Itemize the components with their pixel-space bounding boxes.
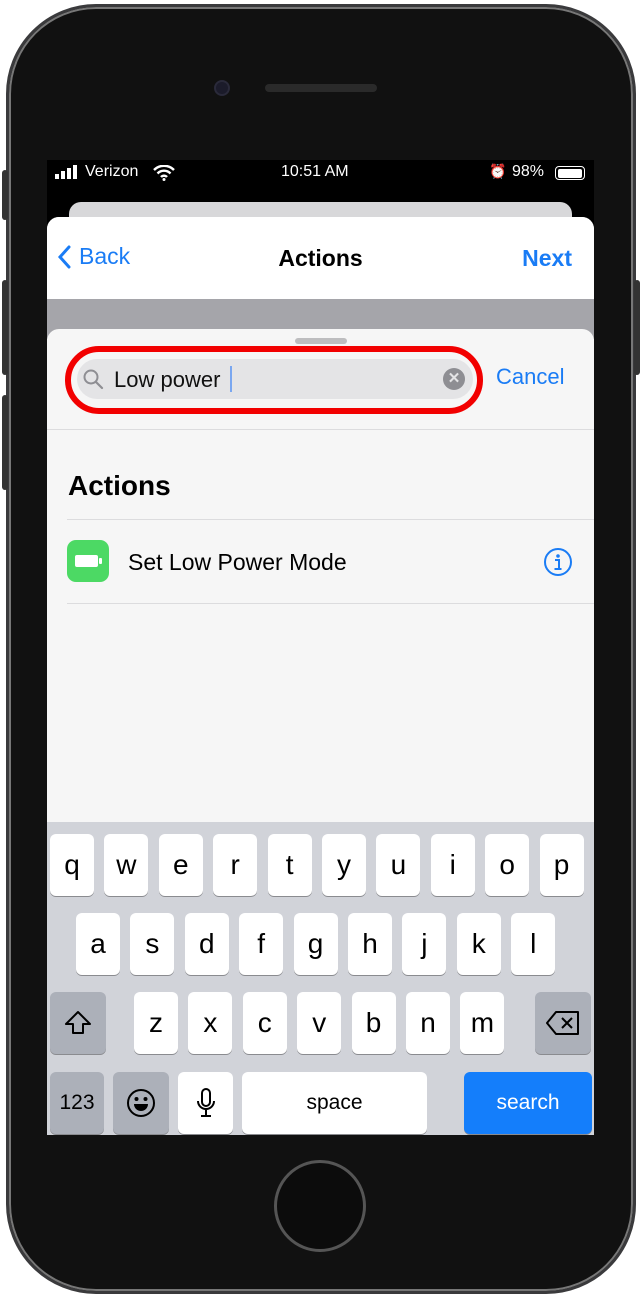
key-t[interactable]: t bbox=[267, 834, 312, 896]
backspace-icon bbox=[546, 1011, 579, 1035]
key-label: g bbox=[307, 928, 324, 959]
key-s[interactable]: s bbox=[130, 913, 175, 975]
key-label: 123 bbox=[59, 1091, 95, 1114]
key-label: w bbox=[116, 849, 137, 880]
emoji-key[interactable] bbox=[113, 1072, 169, 1134]
key-label: m bbox=[470, 1007, 495, 1038]
backspace-key[interactable] bbox=[535, 992, 591, 1054]
nav-bar: Back Actions Next bbox=[47, 217, 594, 299]
key-p[interactable]: p bbox=[539, 834, 584, 896]
key-label: y bbox=[337, 849, 351, 880]
key-l[interactable]: l bbox=[511, 913, 556, 975]
clock: 10:51 AM bbox=[281, 163, 349, 180]
volume-up-button bbox=[2, 280, 8, 375]
key-d[interactable]: d bbox=[184, 913, 229, 975]
key-label: a bbox=[90, 928, 106, 959]
home-button[interactable] bbox=[274, 1160, 366, 1252]
actions-card: Back Actions Next Low power ✕ Cancel Act… bbox=[47, 217, 594, 1135]
key-n[interactable]: n bbox=[406, 992, 450, 1054]
key-j[interactable]: j bbox=[402, 913, 447, 975]
cancel-button[interactable]: Cancel bbox=[496, 364, 564, 390]
key-h[interactable]: h bbox=[348, 913, 392, 975]
sheet-grabber[interactable] bbox=[295, 338, 347, 344]
numbers-key[interactable]: 123 bbox=[50, 1072, 104, 1134]
alarm-icon: ⏰ bbox=[489, 163, 507, 179]
key-label: f bbox=[257, 928, 266, 959]
microphone-icon bbox=[196, 1088, 215, 1117]
key-q[interactable]: q bbox=[50, 834, 94, 896]
battery-icon bbox=[67, 540, 109, 582]
space-key[interactable]: space bbox=[242, 1072, 427, 1134]
power-button bbox=[634, 280, 640, 375]
signal-icon bbox=[55, 165, 77, 179]
key-u[interactable]: u bbox=[376, 834, 421, 896]
key-label: u bbox=[390, 849, 407, 880]
key-label: p bbox=[553, 849, 570, 880]
keyboard: q w e r t y u i o p a s d f g h j k l z x c v b n m 123 space search bbox=[47, 822, 594, 1135]
speaker-grille bbox=[265, 84, 377, 92]
key-m[interactable]: m bbox=[460, 992, 505, 1054]
page-title: Actions bbox=[278, 245, 363, 271]
key-label: h bbox=[362, 928, 378, 959]
key-z[interactable]: z bbox=[134, 992, 178, 1054]
key-e[interactable]: e bbox=[158, 834, 203, 896]
key-y[interactable]: y bbox=[322, 834, 366, 896]
key-label: t bbox=[285, 849, 294, 880]
key-label: s bbox=[145, 928, 160, 959]
mute-switch bbox=[2, 170, 8, 220]
key-label: search bbox=[496, 1091, 560, 1114]
key-label: e bbox=[173, 849, 189, 880]
key-k[interactable]: k bbox=[456, 913, 501, 975]
screen: Verizon 10:51 AM ⏰ 98% Back Actions Next… bbox=[47, 160, 594, 1135]
key-i[interactable]: i bbox=[430, 834, 475, 896]
section-title: Actions bbox=[68, 470, 171, 501]
key-w[interactable]: w bbox=[104, 834, 149, 896]
list-item[interactable]: Set Low Power Mode bbox=[47, 520, 594, 603]
next-button[interactable]: Next bbox=[522, 245, 572, 272]
front-camera bbox=[214, 80, 230, 96]
volume-down-button bbox=[2, 395, 8, 490]
key-label: r bbox=[230, 849, 240, 880]
dictation-key[interactable] bbox=[178, 1072, 233, 1134]
shift-icon bbox=[65, 1011, 91, 1034]
key-label: space bbox=[306, 1091, 363, 1114]
search-key[interactable]: search bbox=[464, 1072, 592, 1134]
key-label: l bbox=[530, 928, 537, 959]
key-label: c bbox=[257, 1007, 272, 1038]
key-label: b bbox=[365, 1007, 382, 1038]
annotation-highlight-ring bbox=[65, 346, 483, 414]
key-a[interactable]: a bbox=[76, 913, 120, 975]
key-r[interactable]: r bbox=[213, 834, 258, 896]
key-c[interactable]: c bbox=[242, 992, 287, 1054]
key-label: d bbox=[199, 928, 215, 959]
battery-icon bbox=[555, 166, 585, 180]
emoji-icon bbox=[127, 1089, 155, 1117]
key-x[interactable]: x bbox=[188, 992, 233, 1054]
key-label: n bbox=[420, 1007, 436, 1038]
key-label: v bbox=[312, 1007, 327, 1038]
key-label: i bbox=[449, 849, 456, 880]
key-v[interactable]: v bbox=[297, 992, 342, 1054]
key-label: q bbox=[64, 849, 80, 880]
divider bbox=[67, 603, 594, 604]
key-label: k bbox=[471, 928, 486, 959]
battery-percent: 98% bbox=[512, 163, 545, 180]
key-o[interactable]: o bbox=[485, 834, 530, 896]
wifi-icon bbox=[153, 165, 175, 181]
divider bbox=[47, 429, 594, 430]
carrier: Verizon bbox=[85, 163, 139, 180]
key-b[interactable]: b bbox=[351, 992, 396, 1054]
key-g[interactable]: g bbox=[293, 913, 338, 975]
info-icon[interactable] bbox=[543, 547, 573, 577]
shift-key[interactable] bbox=[50, 992, 106, 1054]
key-label: x bbox=[203, 1007, 218, 1038]
action-label: Set Low Power Mode bbox=[128, 549, 347, 575]
key-f[interactable]: f bbox=[239, 913, 284, 975]
key-label: o bbox=[499, 849, 515, 880]
key-label: z bbox=[149, 1007, 163, 1038]
key-label: j bbox=[421, 928, 428, 959]
